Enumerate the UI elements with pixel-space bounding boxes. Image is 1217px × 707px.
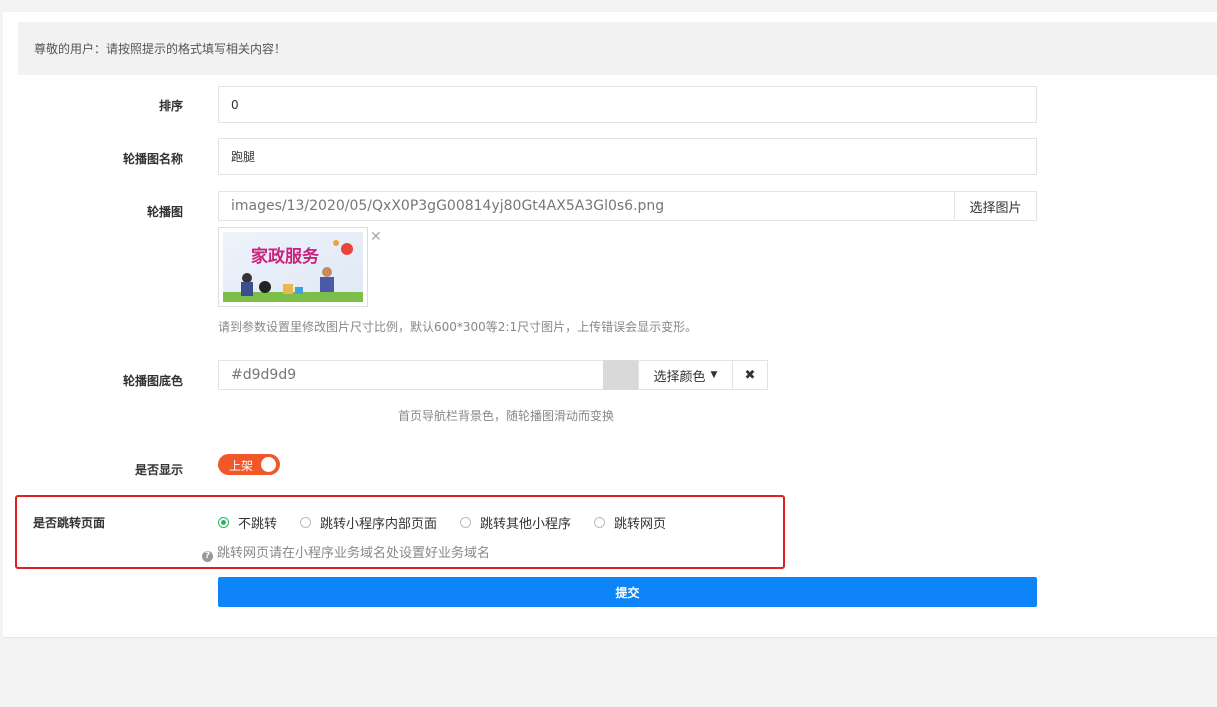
banner-title-text: 家政服务 — [251, 246, 320, 267]
radio-icon — [300, 517, 312, 528]
image-thumbnail: 家政服务 — [218, 227, 368, 307]
sort-label: 排序 — [158, 99, 183, 113]
show-label: 是否显示 — [134, 463, 183, 477]
name-label: 轮播图名称 — [122, 152, 183, 166]
radio-other-miniprogram[interactable]: 跳转其他小程序 — [460, 513, 571, 532]
radio-label: 不跳转 — [238, 517, 278, 532]
radio-internal-page[interactable]: 跳转小程序内部页面 — [300, 513, 437, 532]
radio-no-jump[interactable]: 不跳转 — [218, 513, 277, 532]
close-icon: ✖ — [744, 367, 756, 383]
select-image-button[interactable]: 选择图片 — [954, 191, 1037, 221]
jump-label: 是否跳转页面 — [33, 516, 106, 530]
image-path-value: images/13/2020/05/QxX0P3gG00814yj80Gt4AX… — [231, 198, 665, 214]
name-input[interactable]: 跑腿 — [218, 138, 1037, 175]
radio-icon — [594, 517, 606, 528]
select-color-button[interactable]: 选择颜色 ▼ — [638, 360, 733, 390]
toggle-text: 上架 — [229, 459, 254, 473]
notice-text: 尊敬的用户：请按照提示的格式填写相关内容！ — [34, 42, 287, 56]
jump-help: ? 跳转网页请在小程序业务域名处设置好业务域名 — [202, 542, 490, 562]
radio-selected-icon — [218, 517, 229, 528]
notice-bar: 尊敬的用户：请按照提示的格式填写相关内容！ — [18, 22, 1217, 75]
jump-radio-group: 不跳转 跳转小程序内部页面 跳转其他小程序 跳转网页 — [218, 513, 689, 532]
jump-help-text: 跳转网页请在小程序业务域名处设置好业务域名 — [217, 546, 491, 561]
radio-icon — [460, 517, 472, 528]
radio-webpage[interactable]: 跳转网页 — [594, 513, 666, 532]
radio-label: 跳转其他小程序 — [480, 517, 572, 532]
color-swatch — [603, 360, 638, 390]
bgcolor-input[interactable]: #d9d9d9 — [218, 360, 604, 390]
question-icon: ? — [202, 551, 213, 562]
caret-down-icon: ▼ — [710, 370, 718, 380]
bgcolor-value: #d9d9d9 — [231, 367, 297, 383]
remove-image-icon[interactable]: ✕ — [370, 229, 382, 245]
image-label: 轮播图 — [146, 205, 183, 219]
radio-label: 跳转小程序内部页面 — [320, 517, 438, 532]
radio-label: 跳转网页 — [614, 517, 667, 532]
clear-color-button[interactable]: ✖ — [732, 360, 768, 390]
image-help-text: 请到参数设置里修改图片尺寸比例，默认600*300等2:1尺寸图片，上传错误会显… — [218, 320, 698, 334]
toggle-knob — [261, 457, 276, 472]
banner-preview: 家政服务 — [223, 232, 363, 302]
bgcolor-help-text: 首页导航栏背景色，随轮播图滑动而变换 — [398, 409, 615, 423]
name-value: 跑腿 — [231, 150, 256, 164]
select-color-label: 选择颜色 — [653, 369, 706, 385]
sort-value: 0 — [231, 97, 239, 112]
bgcolor-label: 轮播图底色 — [122, 374, 183, 388]
submit-button[interactable]: 提交 — [218, 577, 1037, 607]
image-path-input[interactable]: images/13/2020/05/QxX0P3gG00814yj80Gt4AX… — [218, 191, 955, 221]
show-toggle[interactable]: 上架 — [218, 454, 280, 475]
sort-input[interactable]: 0 — [218, 86, 1037, 123]
